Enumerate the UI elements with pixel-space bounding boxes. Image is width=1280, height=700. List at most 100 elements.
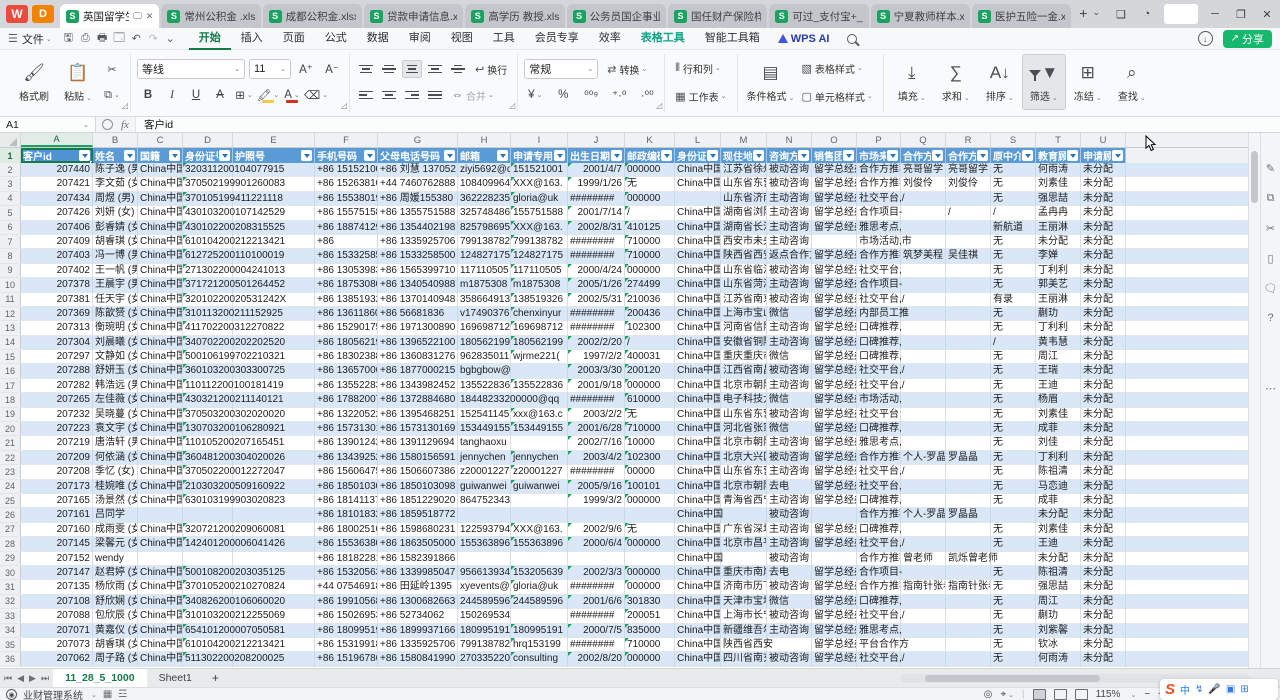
cell-S16[interactable]: 无 [991, 364, 1036, 378]
cell-T12[interactable]: 蒯玏 [1036, 307, 1081, 321]
minimize-button[interactable]: ─ [1202, 3, 1228, 25]
cell-T34[interactable]: 刘紫馨 [1036, 624, 1081, 638]
cell-T2[interactable]: 何雨涛 [1036, 163, 1081, 177]
cell-S20[interactable]: 无 [991, 422, 1036, 436]
paste-button[interactable]: 📋 粘贴⌄ [56, 54, 100, 110]
table-row[interactable]: 26207161吕同学+86 18101832+86 1859518772Chi… [0, 508, 1248, 522]
cell-U10[interactable]: 未分配 [1081, 278, 1126, 292]
cell-S30[interactable]: 无 [991, 566, 1036, 580]
cell-D32[interactable]: 340826200106060020 [183, 595, 233, 609]
row-number-16[interactable]: 16 [0, 364, 21, 377]
cell-T5[interactable]: 孟冉冉 [1036, 206, 1081, 220]
cell-H31[interactable]: xyevents@ [458, 580, 511, 594]
table-row[interactable]: 11207381任天宇 (女China中国32010220020531242X+… [0, 293, 1248, 307]
column-letter-O[interactable]: O [812, 133, 857, 147]
row-number-27[interactable]: 27 [0, 523, 21, 536]
cell-S21[interactable]: 无 [991, 436, 1036, 450]
header-cell-H[interactable]: 邮箱 [458, 148, 511, 163]
cell-G32[interactable]: +86 1300682663 [378, 595, 458, 609]
cell-C16[interactable]: China中国 [138, 364, 183, 378]
cell-A35[interactable]: 207073 [21, 638, 93, 652]
cell-A24[interactable]: 207173 [21, 480, 93, 494]
restore-button[interactable]: ❐ [1228, 3, 1254, 25]
cell-G35[interactable]: +86 1335925706 [378, 638, 458, 652]
cell-A19[interactable]: 207232 [21, 408, 93, 422]
cell-I19[interactable]: xxx@163.c [511, 408, 568, 422]
cell-B8[interactable]: 冯一博 (男 [93, 249, 138, 263]
cell-I27[interactable]: XXX@163. [511, 523, 568, 537]
cell-S17[interactable]: 无 [991, 379, 1036, 393]
menu-tab[interactable]: 数据 [357, 28, 399, 50]
cell-R34[interactable] [946, 624, 991, 638]
cell-T20[interactable]: 成菲 [1036, 422, 1081, 436]
table-row[interactable]: 30207147赵君婷 (女China中国500108200203035125+… [0, 566, 1248, 580]
file-menu[interactable]: ☰ 文件⌄ [8, 31, 52, 47]
account-avatar[interactable] [1164, 4, 1198, 24]
cell-O35[interactable]: 留学总经办 [812, 638, 857, 652]
cell-C18[interactable]: China中国 [138, 393, 183, 407]
cell-U13[interactable]: 未分配 [1081, 321, 1126, 335]
cell-L20[interactable]: China中国 [675, 422, 721, 436]
filter-dropdown-icon[interactable] [932, 150, 943, 161]
table-row[interactable]: 10207378王晨宇 (男China中国371721200501264452+… [0, 278, 1248, 292]
cell-U31[interactable]: 未分配 [1081, 580, 1126, 594]
cell-N20[interactable]: 微信 [767, 422, 812, 436]
cell-G21[interactable]: +86 1391129694 [378, 436, 458, 450]
cell-B14[interactable]: 刘晨曦 (女 [93, 336, 138, 350]
cell-T27[interactable]: 刘素佳 [1036, 523, 1081, 537]
cell-J13[interactable]: ######## [568, 321, 625, 335]
column-letter-I[interactable]: I [511, 133, 568, 147]
font-launcher-icon[interactable]: ◿ [341, 101, 347, 110]
cell-U3[interactable]: 未分配 [1081, 177, 1126, 191]
cell-Q21[interactable] [901, 436, 946, 450]
cell-A30[interactable]: 207147 [21, 566, 93, 580]
cell-R20[interactable] [946, 422, 991, 436]
cell-S31[interactable]: 无 [991, 580, 1036, 594]
export-icon[interactable]: ⎙ [77, 31, 94, 46]
cell-C31[interactable]: China中国 [138, 580, 183, 594]
cell-M20[interactable]: 河北省张家 [721, 422, 767, 436]
cell-R11[interactable] [946, 293, 991, 307]
cell-U36[interactable]: 未分配 [1081, 652, 1126, 666]
cell-F36[interactable]: +86 15196786 [315, 652, 378, 666]
cell-D12[interactable]: 310113200211152925 [183, 307, 233, 321]
align-right-icon[interactable] [402, 86, 422, 104]
cell-S6[interactable]: 新航道 [991, 221, 1036, 235]
cell-O6[interactable]: 留学总经办 [812, 221, 857, 235]
cell-F2[interactable]: +86 15152100 [315, 163, 378, 177]
cell-M34[interactable]: 新疆维吾尔 [721, 624, 767, 638]
cell-P20[interactable]: 口碑推荐, [857, 422, 901, 436]
italic-button[interactable]: I [161, 85, 183, 105]
column-letter-R[interactable]: R [946, 133, 991, 147]
cell-C34[interactable]: China中国 [138, 624, 183, 638]
document-tab[interactable]: S成都公积金.xlsx [263, 4, 362, 28]
cell-T9[interactable]: 丁利利 [1036, 264, 1081, 278]
cell-N10[interactable]: 主动咨询 [767, 278, 812, 292]
cell-J29[interactable] [568, 552, 625, 566]
row-number-22[interactable]: 22 [0, 451, 21, 464]
fill-color-button[interactable]: 🖍⌄ [257, 85, 279, 105]
cell-G16[interactable]: +86 1877000215 [378, 364, 458, 378]
cell-S14[interactable]: / [991, 336, 1036, 350]
cell-F26[interactable]: +86 18101832 [315, 508, 378, 522]
filter-dropdown-icon[interactable] [843, 150, 854, 161]
cell-N31[interactable]: 被动咨询 [767, 580, 812, 594]
cell-B4[interactable]: 周煜 (男) [93, 192, 138, 206]
cell-O31[interactable]: 留学总经办 [812, 580, 857, 594]
column-letter-J[interactable]: J [568, 133, 625, 147]
cell-R12[interactable] [946, 307, 991, 321]
cell-K30[interactable]: 000000 [625, 566, 675, 580]
row-number-8[interactable]: 8 [0, 249, 21, 262]
cell-T29[interactable]: 未分配 [1036, 552, 1081, 566]
cell-T7[interactable]: 未分配 [1036, 235, 1081, 249]
cell-G26[interactable]: +86 1859518772 [378, 508, 458, 522]
cell-P29[interactable]: 合作方推荐 [857, 552, 901, 566]
cell-K3[interactable]: 无 [625, 177, 675, 191]
column-letter-D[interactable]: D [183, 133, 233, 147]
cell-P28[interactable]: 社交平台,/ [857, 537, 901, 551]
cell-J18[interactable]: ######## [568, 393, 625, 407]
cell-O21[interactable]: 留学总经办 [812, 436, 857, 450]
cell-A8[interactable]: 207403 [21, 249, 93, 263]
cell-M13[interactable]: 河南省信阳 [721, 321, 767, 335]
cell-P11[interactable]: 社交平台,/ [857, 293, 901, 307]
